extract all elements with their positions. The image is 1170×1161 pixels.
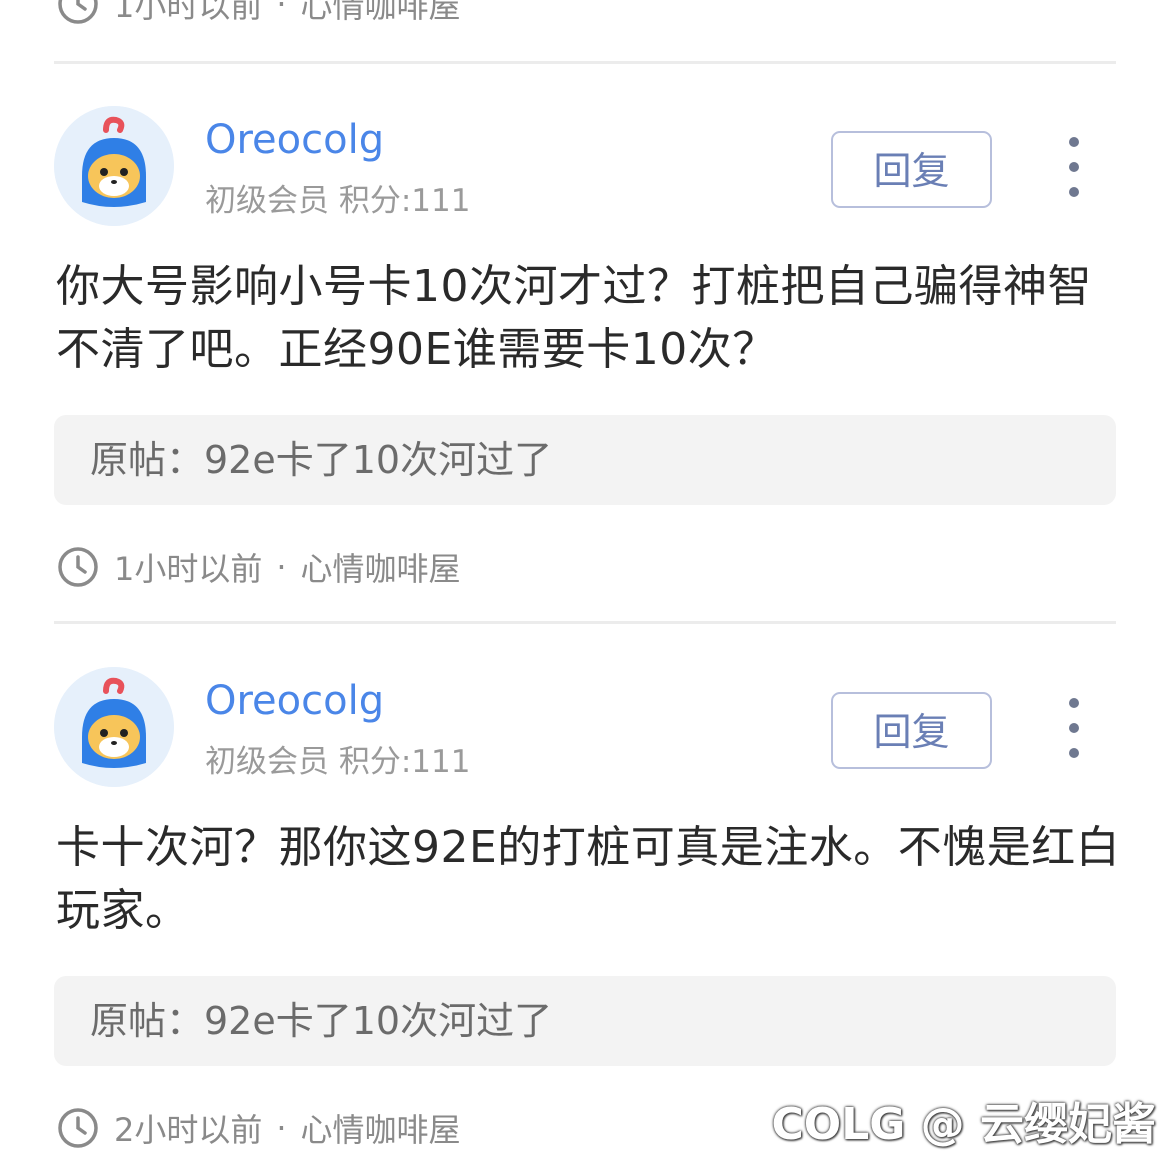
clock-icon <box>58 547 98 587</box>
user-rank: 初级会员 积分:111 <box>205 744 471 780</box>
username[interactable]: Oreocolg <box>205 116 384 164</box>
post-meta: 2小时以前 · 心情咖啡屋 <box>56 1106 461 1150</box>
forum-link[interactable]: 心情咖啡屋 <box>301 544 461 590</box>
post-content: 你大号影响小号卡10次河才过？打桩把自己骗得神智不清了吧。正经90E谁需要卡10… <box>56 261 1092 375</box>
post-time: 1小时以前 <box>114 0 263 25</box>
avatar[interactable] <box>54 667 174 787</box>
reply-button[interactable]: 回复 <box>831 692 992 769</box>
clock-icon <box>58 1108 98 1148</box>
meta-separator: · <box>276 548 287 586</box>
quoted-post[interactable]: 原帖：92e卡了10次河过了 <box>54 976 1116 1066</box>
post-meta: 1小时以前 · 心情咖啡屋 <box>56 0 461 26</box>
quoted-post[interactable]: 原帖：92e卡了10次河过了 <box>54 415 1116 505</box>
user-rank: 初级会员 积分:111 <box>205 183 471 219</box>
forum-link[interactable]: 心情咖啡屋 <box>301 1105 461 1151</box>
avatar-icon <box>54 667 174 787</box>
forum-link[interactable]: 心情咖啡屋 <box>301 0 461 27</box>
clock-icon <box>58 0 98 24</box>
reply-button[interactable]: 回复 <box>831 131 992 208</box>
username[interactable]: Oreocolg <box>205 677 384 725</box>
post-time: 1小时以前 <box>114 550 263 588</box>
divider <box>54 621 1116 624</box>
divider <box>54 61 1116 64</box>
meta-separator: · <box>276 1109 287 1147</box>
more-options-icon[interactable] <box>1054 698 1094 758</box>
post-time: 2小时以前 <box>114 1111 263 1149</box>
watermark: COLG @ 云缨妃酱 <box>771 1099 1156 1150</box>
post-meta: 1小时以前 · 心情咖啡屋 <box>56 545 461 589</box>
post-content: 卡十次河？那你这92E的打桩可真是注水。不愧是红白玩家。 <box>56 822 1121 936</box>
avatar-icon <box>54 106 174 226</box>
avatar[interactable] <box>54 106 174 226</box>
meta-separator: · <box>276 0 287 23</box>
more-options-icon[interactable] <box>1054 137 1094 197</box>
